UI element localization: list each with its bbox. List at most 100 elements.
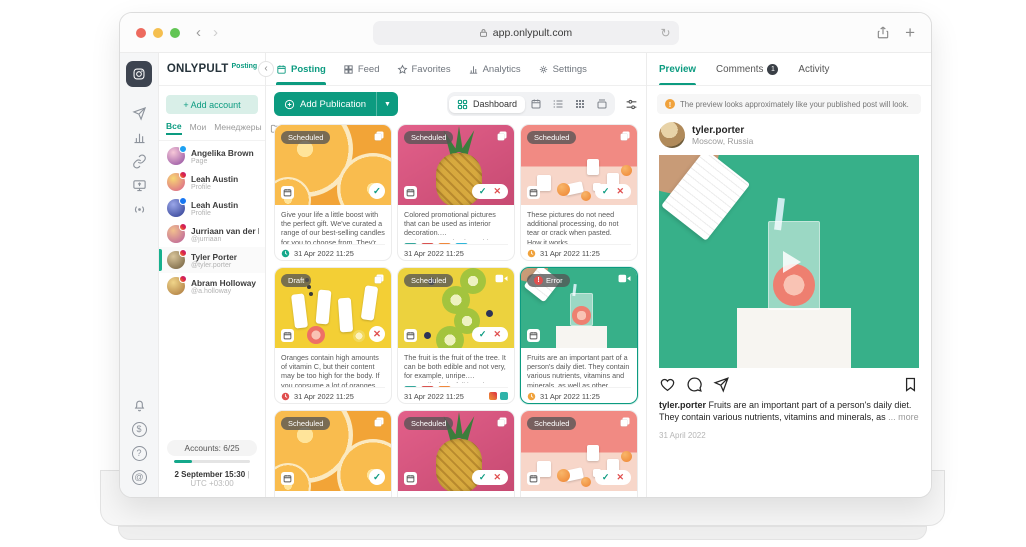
approve-check-icon[interactable]: ✓ — [369, 469, 385, 485]
instagram-camera-icon[interactable] — [126, 61, 152, 87]
add-publication-button[interactable]: Add Publication ▼ — [274, 92, 398, 116]
post-media[interactable]: Scheduled✓✕ — [521, 411, 637, 491]
maximize-window-icon[interactable] — [170, 28, 180, 38]
post-username[interactable]: tyler.porter — [692, 125, 753, 136]
accounts-filter-tab-0[interactable]: Все — [166, 121, 182, 135]
post-media[interactable]: !Error — [521, 268, 637, 348]
accounts-filter-tab-2[interactable]: Менеджеры — [214, 122, 261, 134]
post-media[interactable]: Scheduled✓✕ — [521, 125, 637, 205]
view-list-icon[interactable] — [547, 94, 569, 114]
analytics-rail-icon[interactable] — [125, 125, 153, 149]
post-media[interactable]: Scheduled✓✕ — [398, 268, 514, 348]
address-bar[interactable]: app.onlypult.com ↻ — [373, 21, 679, 45]
tab-favorites[interactable]: Favorites — [397, 53, 451, 85]
avatar — [167, 147, 185, 165]
add-publication-dropdown[interactable]: ▼ — [376, 92, 398, 116]
close-window-icon[interactable] — [136, 28, 146, 38]
post-card-selected[interactable]: !ErrorFruits are an important part of a … — [520, 267, 638, 404]
approve-reject-actions[interactable]: ✓✕ — [472, 327, 508, 342]
broadcast-icon[interactable] — [125, 197, 153, 221]
help-icon[interactable]: ? — [125, 441, 153, 465]
filters-icon[interactable] — [625, 98, 638, 111]
preview-tab-preview[interactable]: Preview — [659, 53, 696, 85]
sidebar-footer: Accounts: 6/25 2 September 15:30 | UTC +… — [159, 434, 265, 497]
status-badge: Scheduled — [404, 417, 453, 430]
reject-x-icon[interactable]: ✕ — [369, 326, 385, 342]
avatar — [659, 122, 685, 148]
account-item[interactable]: Angelika BrownPage — [159, 143, 265, 169]
post-media[interactable]: Scheduled✓ — [275, 125, 391, 205]
avatar — [167, 173, 185, 191]
approve-reject-actions[interactable]: ✓✕ — [595, 470, 631, 485]
other-platform-icon — [500, 392, 508, 400]
post-schedule-row: 31 Apr 2022 11:25 — [404, 244, 508, 260]
preview-tab-comments[interactable]: Comments1 — [716, 53, 778, 85]
add-account-button[interactable]: + Add account — [166, 95, 258, 114]
post-card[interactable]: Scheduled✓✕These pictures do not need ad… — [520, 124, 638, 261]
approve-reject-actions[interactable]: ✓✕ — [472, 184, 508, 199]
bookmark-icon[interactable] — [902, 376, 919, 393]
post-card[interactable]: Scheduled✓ — [274, 410, 392, 497]
play-icon[interactable] — [659, 155, 919, 368]
share-icon[interactable] — [876, 25, 890, 40]
notifications-bell-icon[interactable] — [125, 393, 153, 417]
post-card[interactable]: Scheduled✓✕The fruit is the fruit of the… — [397, 267, 515, 404]
schedule-icon — [281, 186, 294, 199]
approve-reject-actions[interactable]: ✓✕ — [595, 184, 631, 199]
current-datetime: 2 September 15:30 | UTC +03:00 — [167, 470, 257, 488]
post-schedule-row: 31 Apr 2022 11:25 — [281, 387, 385, 403]
account-item[interactable]: Leah AustinProfile — [159, 169, 265, 195]
tab-posting[interactable]: Posting — [276, 53, 326, 85]
view-stories-icon[interactable] — [591, 94, 613, 114]
view-calendar-icon[interactable] — [525, 94, 547, 114]
accounts-filter-tab-1[interactable]: Мои — [190, 122, 207, 134]
account-item[interactable]: Leah AustinProfile — [159, 195, 265, 221]
post-media[interactable]: Scheduled✓ — [275, 411, 391, 491]
tab-analytics[interactable]: Analytics — [468, 53, 521, 85]
direct-messages-icon[interactable] — [125, 101, 153, 125]
account-item[interactable]: Tyler Porter@tyler.porter — [159, 247, 265, 273]
approve-reject-actions[interactable]: ✓✕ — [472, 470, 508, 485]
approve-check-icon: ✓ — [479, 472, 487, 483]
tab-feed[interactable]: Feed — [343, 53, 380, 85]
account-item[interactable]: Jurriaan van der Broek@jurriaan — [159, 221, 265, 247]
new-tab-icon[interactable]: + — [905, 24, 915, 41]
forward-icon[interactable]: › — [213, 25, 218, 40]
minimize-window-icon[interactable] — [153, 28, 163, 38]
reload-icon[interactable]: ↻ — [660, 26, 670, 40]
schedule-icon — [281, 472, 294, 485]
view-dashboard-button[interactable]: Dashboard — [449, 96, 525, 113]
post-card[interactable]: Scheduled✓✕ — [520, 410, 638, 497]
billing-icon[interactable]: $ — [125, 417, 153, 441]
post-card[interactable]: Scheduled✓Give your life a little boost … — [274, 124, 392, 261]
comment-icon[interactable] — [686, 376, 703, 393]
back-icon[interactable]: ‹ — [196, 25, 201, 40]
view-grid-icon[interactable] — [569, 94, 591, 114]
post-location: Moscow, Russia — [692, 136, 753, 146]
account-item[interactable]: Abram Holloway@a.holloway — [159, 273, 265, 299]
post-media[interactable]: Scheduled✓✕ — [398, 125, 514, 205]
account-name: Leah Austin — [191, 174, 238, 184]
mentions-icon[interactable]: @ — [125, 465, 153, 489]
tab-settings[interactable]: Settings — [538, 53, 587, 85]
accounts-meter-label: Accounts: 6/25 — [167, 440, 257, 456]
schedule-icon — [404, 186, 417, 199]
caption-author[interactable]: tyler.porter — [659, 400, 706, 410]
post-card[interactable]: Scheduled✓✕Colored promotional pictures … — [397, 124, 515, 261]
clock-icon — [281, 392, 290, 401]
share-post-icon[interactable] — [713, 376, 730, 393]
collapse-sidebar-icon[interactable]: ‹ — [258, 61, 274, 77]
post-card[interactable]: Scheduled ✓✕ — [397, 410, 515, 497]
links-icon[interactable] — [125, 149, 153, 173]
post-card[interactable]: Draft✕Oranges contain high amounts of vi… — [274, 267, 392, 404]
preview-tab-activity[interactable]: Activity — [798, 53, 829, 85]
like-heart-icon[interactable] — [659, 376, 676, 393]
reject-x-icon: ✕ — [616, 472, 624, 483]
caption-more-link[interactable]: ... more — [888, 412, 919, 422]
post-media[interactable]: Scheduled ✓✕ — [398, 411, 514, 491]
post-image[interactable] — [659, 155, 919, 368]
post-media[interactable]: Draft✕ — [275, 268, 391, 348]
post-caption: tyler.porter Fruits are an important par… — [647, 397, 931, 423]
monitoring-icon[interactable] — [125, 173, 153, 197]
approve-check-icon[interactable]: ✓ — [369, 183, 385, 199]
